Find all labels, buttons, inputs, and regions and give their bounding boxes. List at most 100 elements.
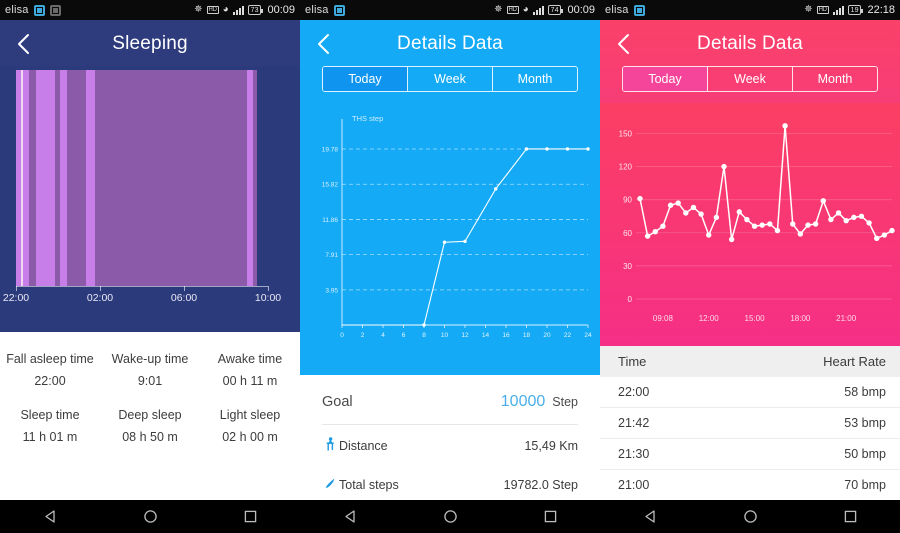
signal-bars-icon: [532, 5, 544, 15]
svg-text:120: 120: [619, 163, 633, 172]
nav-recents-button[interactable]: [233, 500, 267, 533]
svg-text:6: 6: [402, 332, 406, 339]
stat-fall-asleep-time: Fall asleep time 22:00: [0, 352, 100, 388]
steps-header: Details Data Today Week Month: [300, 20, 600, 103]
cell-time: 21:42: [618, 416, 650, 430]
back-button-heart[interactable]: [610, 31, 636, 57]
stat-value: 00 h 11 m: [222, 374, 278, 388]
sleep-stats-row-2: Sleep time 11 h 01 m Deep sleep 08 h 50 …: [0, 408, 300, 444]
metric-distance: Distance 15,49 Km: [322, 425, 578, 465]
nav-recents-button[interactable]: [533, 500, 567, 533]
table-row[interactable]: 21:30 50 bmp: [600, 439, 900, 470]
status-bar-steps: elisa ✵ HD ◕ 74 00:09: [300, 0, 600, 20]
stat-sleep-time: Sleep time 11 h 01 m: [0, 408, 100, 444]
cell-heart-rate: 50 bmp: [844, 447, 886, 461]
tab-today[interactable]: Today: [323, 67, 408, 91]
svg-text:2: 2: [361, 332, 365, 339]
svg-text:14: 14: [482, 332, 490, 339]
page-title-steps: Details Data: [397, 33, 503, 54]
table-header: Time Heart Rate: [600, 346, 900, 377]
status-bar-heart: elisa ✵ HD 19 22:18: [600, 0, 900, 20]
steps-chart-svg: THS step3.957.9111.8615.8219.780 2 4 6 8 10 12…: [322, 114, 592, 339]
svg-text:18:00: 18:00: [790, 314, 811, 323]
stat-label: Awake time: [217, 352, 283, 366]
metric-value: 19782.0 Step: [503, 477, 578, 492]
recents-square-icon: [244, 510, 256, 523]
tab-month[interactable]: Month: [793, 67, 877, 91]
sleep-x-axis-labels: 22:00 02:00 06:00 10:00: [0, 292, 300, 308]
hd-voice-icon: HD: [506, 6, 519, 14]
svg-text:18: 18: [523, 332, 531, 339]
svg-text:90: 90: [623, 196, 632, 205]
back-triangle-icon: [44, 510, 55, 523]
svg-text:12:00: 12:00: [699, 314, 720, 323]
cell-time: 21:00: [618, 478, 650, 492]
battery-icon: 19: [847, 5, 864, 15]
svg-text:0: 0: [628, 295, 633, 304]
table-row[interactable]: 21:00 70 bmp: [600, 470, 900, 501]
home-circle-icon: [143, 510, 157, 523]
svg-text:21:00: 21:00: [836, 314, 857, 323]
table-row[interactable]: 21:42 53 bmp: [600, 408, 900, 439]
sleep-x-label: 06:00: [170, 292, 198, 304]
svg-text:30: 30: [623, 262, 632, 271]
svg-text:20: 20: [543, 332, 551, 339]
battery-icon: 73: [247, 5, 264, 15]
carrier-label: elisa: [5, 4, 29, 16]
app-badge-icon: [633, 4, 645, 16]
cell-time: 22:00: [618, 385, 650, 399]
sleep-segment-deep: [28, 70, 36, 286]
page-title-heart: Details Data: [697, 33, 803, 54]
sleep-stats-row-1: Fall asleep time 22:00 Wake-up time 9:01…: [0, 352, 300, 388]
bluetooth-icon: ✵: [804, 4, 813, 15]
cell-heart-rate: 70 bmp: [844, 478, 886, 492]
chevron-left-icon: [618, 34, 629, 54]
stat-value: 22:00: [34, 374, 66, 388]
carrier-label: elisa: [305, 4, 329, 16]
steps-line-chart: THS step 3.95 7.91 11.86 15.82 19.78 0 2 4 6 8 10 12…: [300, 103, 600, 375]
android-nav-bar-3: [600, 500, 900, 533]
home-circle-icon: [443, 510, 457, 523]
svg-text:3.95: 3.95: [325, 287, 338, 294]
nav-back-button[interactable]: [633, 500, 667, 533]
clock-label: 22:18: [867, 4, 895, 16]
back-button-steps[interactable]: [310, 31, 336, 57]
heart-rate-chart: 0 30 60 90 120 150 09:08 12:00 15:00 18:00 21:00: [600, 103, 900, 346]
chevron-left-icon: [318, 34, 329, 54]
stat-label: Light sleep: [219, 408, 281, 422]
stat-label: Fall asleep time: [6, 352, 94, 366]
stat-label: Wake-up time: [111, 352, 189, 366]
nav-home-button[interactable]: [433, 500, 467, 533]
nav-recents-button[interactable]: [833, 500, 867, 533]
metric-total-steps: Total steps 19782.0 Step: [322, 465, 578, 503]
sleep-segment-deep: [67, 70, 87, 286]
table-row[interactable]: 22:00 58 bmp: [600, 377, 900, 408]
back-button-sleep[interactable]: [10, 31, 36, 57]
goal-value: 10000: [500, 393, 546, 410]
nav-back-button[interactable]: [33, 500, 67, 533]
column-heart-rate: Heart Rate: [823, 354, 886, 369]
tab-week[interactable]: Week: [408, 67, 493, 91]
svg-text:16: 16: [502, 332, 510, 339]
tab-today[interactable]: Today: [623, 67, 708, 91]
nav-home-button[interactable]: [133, 500, 167, 533]
goal-row: Goal 10000 Step: [322, 389, 578, 425]
svg-text:0: 0: [340, 332, 344, 339]
stat-label: Deep sleep: [118, 408, 182, 422]
nav-back-button[interactable]: [333, 500, 367, 533]
wifi-icon: ◕: [522, 4, 529, 15]
steps-screen: elisa ✵ HD ◕ 74 00:09 Details Data Today…: [300, 0, 600, 533]
stat-deep-sleep: Deep sleep 08 h 50 m: [100, 408, 200, 444]
tab-month[interactable]: Month: [493, 67, 577, 91]
stat-light-sleep: Light sleep 02 h 00 m: [200, 408, 300, 444]
sleep-stage-bars: [16, 70, 268, 286]
tab-week[interactable]: Week: [708, 67, 793, 91]
sleep-screen: elisa ✵ HD ◕ 73 00:09 Sleeping 22:00 02:…: [0, 0, 300, 533]
nav-home-button[interactable]: [733, 500, 767, 533]
goal-label: Goal: [322, 394, 353, 410]
cell-time: 21:30: [618, 447, 650, 461]
back-triangle-icon: [344, 510, 355, 523]
svg-text:8: 8: [422, 332, 426, 339]
sleep-segment-light: [35, 70, 55, 286]
sleep-header: Sleeping: [0, 20, 300, 66]
